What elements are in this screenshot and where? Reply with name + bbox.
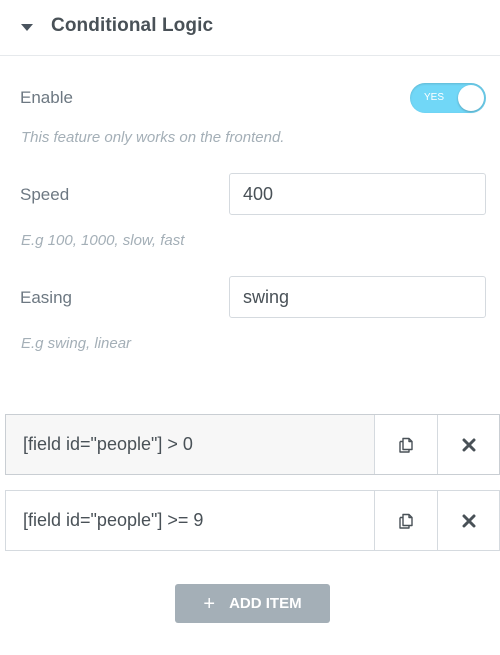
repeater-row[interactable]: [field id="people"] > 0 bbox=[5, 414, 500, 475]
duplicate-icon bbox=[399, 513, 413, 529]
caret-down-icon[interactable] bbox=[21, 24, 33, 31]
enable-toggle[interactable]: YES bbox=[410, 83, 486, 113]
close-icon bbox=[462, 438, 475, 451]
remove-button[interactable] bbox=[437, 491, 499, 550]
repeater-row-title[interactable]: [field id="people"] > 0 bbox=[6, 415, 375, 474]
easing-label: Easing bbox=[20, 288, 72, 307]
plus-icon: + bbox=[203, 592, 216, 615]
easing-description: E.g swing, linear bbox=[21, 335, 132, 352]
easing-input[interactable] bbox=[229, 276, 486, 318]
speed-description: E.g 100, 1000, slow, fast bbox=[21, 232, 185, 249]
duplicate-button[interactable] bbox=[375, 491, 437, 550]
speed-input[interactable] bbox=[229, 173, 486, 215]
repeater-row-title[interactable]: [field id="people"] >= 9 bbox=[6, 491, 375, 550]
remove-button[interactable] bbox=[437, 415, 499, 474]
add-item-label: ADD ITEM bbox=[229, 595, 302, 612]
enable-description: This feature only works on the frontend. bbox=[21, 129, 285, 146]
toggle-knob[interactable] bbox=[458, 85, 484, 111]
enable-label: Enable bbox=[20, 88, 73, 107]
repeater-row[interactable]: [field id="people"] >= 9 bbox=[5, 490, 500, 551]
duplicate-icon bbox=[399, 437, 413, 453]
toggle-text: YES bbox=[424, 92, 445, 103]
section-header[interactable]: Conditional Logic bbox=[0, 0, 500, 56]
section-title: Conditional Logic bbox=[51, 15, 214, 36]
add-item-button[interactable]: + ADD ITEM bbox=[175, 584, 330, 623]
speed-label: Speed bbox=[20, 185, 70, 204]
close-icon bbox=[462, 514, 475, 527]
duplicate-button[interactable] bbox=[375, 415, 437, 474]
